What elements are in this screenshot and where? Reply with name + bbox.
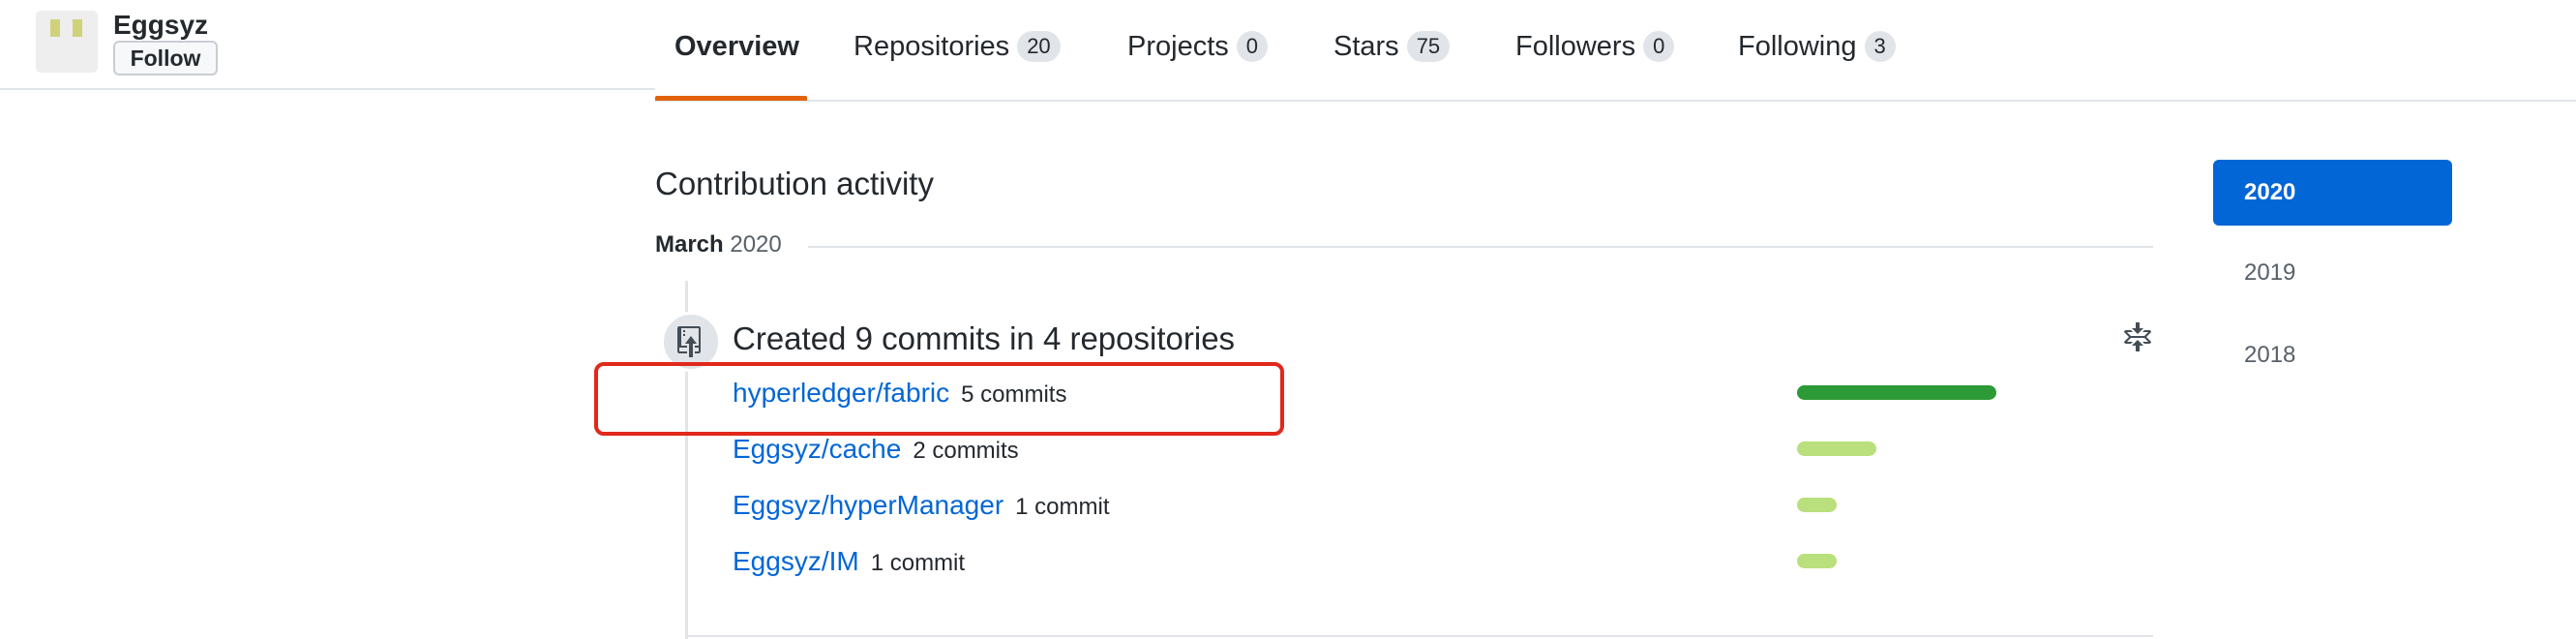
tabs-divider: [655, 100, 2576, 102]
month-year: 2020: [730, 231, 782, 258]
list-item: Eggsyz/cache 2 commits: [733, 432, 1019, 469]
tab-repositories[interactable]: Repositories 20: [854, 27, 1061, 66]
fold-icon[interactable]: [2123, 322, 2152, 358]
tab-following[interactable]: Following 3: [1738, 27, 1896, 66]
tab-counter: 3: [1864, 31, 1896, 62]
repo-link[interactable]: Eggsyz/IM: [733, 546, 859, 576]
list-item: Eggsyz/IM 1 commit: [733, 544, 965, 581]
commit-count[interactable]: 2 commits: [913, 438, 1018, 464]
year-2020-button[interactable]: 2020: [2213, 160, 2452, 226]
commit-progress-bar: [1797, 554, 1837, 568]
commit-count[interactable]: 1 commit: [871, 550, 965, 576]
repo-link[interactable]: Eggsyz/hyperManager: [733, 490, 1003, 520]
username[interactable]: Eggsyz: [113, 9, 208, 42]
avatar-mark: [50, 19, 60, 37]
commit-progress-bar: [1797, 385, 1996, 400]
avatar-mark: [73, 19, 82, 37]
tab-projects[interactable]: Projects 0: [1127, 27, 1269, 66]
commit-progress-bar: [1797, 441, 1876, 456]
event-title[interactable]: Created 9 commits in 4 repositories: [733, 319, 1235, 359]
year-2018-button[interactable]: 2018: [2213, 322, 2452, 388]
header-divider: [0, 88, 655, 90]
tab-label: Followers: [1515, 31, 1636, 62]
repo-link[interactable]: Eggsyz/cache: [733, 434, 901, 464]
tab-label: Following: [1738, 31, 1857, 62]
month-label: March: [655, 231, 724, 258]
follow-button[interactable]: Follow: [113, 41, 218, 76]
tab-counter: 75: [1406, 31, 1451, 62]
avatar[interactable]: [36, 11, 98, 73]
tab-counter: 0: [1643, 31, 1675, 62]
section-title: Contribution activity: [655, 166, 934, 201]
timeline-bottom-divider: [685, 635, 2153, 637]
list-item: Eggsyz/hyperManager 1 commit: [733, 488, 1110, 525]
tab-counter: 20: [1017, 31, 1061, 62]
tab-counter: 0: [1236, 31, 1269, 62]
tab-selected-underline: [655, 96, 807, 101]
tab-label: Stars: [1333, 31, 1399, 62]
tab-label: Projects: [1127, 31, 1229, 62]
month-divider: [808, 246, 2153, 248]
commit-progress-bar: [1797, 498, 1837, 512]
tab-followers[interactable]: Followers 0: [1515, 27, 1675, 66]
tab-label: Overview: [674, 31, 799, 62]
highlight-box: [594, 362, 1284, 436]
tab-stars[interactable]: Stars 75: [1333, 27, 1451, 66]
tab-label: Repositories: [854, 31, 1010, 62]
month-heading: March 2020: [655, 229, 782, 260]
commit-count[interactable]: 1 commit: [1015, 494, 1109, 520]
tab-overview[interactable]: Overview: [674, 27, 799, 66]
year-2019-button[interactable]: 2019: [2213, 240, 2452, 306]
